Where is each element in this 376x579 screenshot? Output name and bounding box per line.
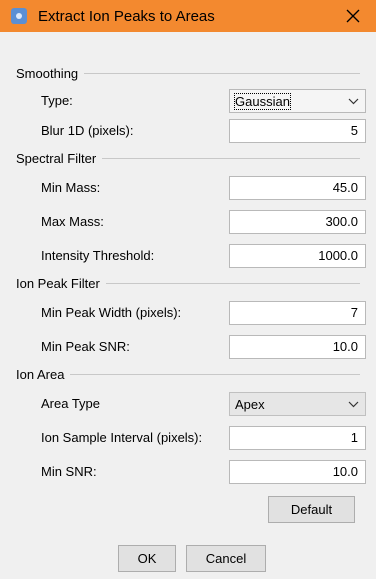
group-ion-peak-filter-label: Ion Peak Filter: [16, 275, 100, 291]
group-smoothing: Smoothing: [16, 65, 360, 81]
close-icon: [346, 9, 360, 23]
default-button[interactable]: Default: [268, 496, 355, 523]
group-ion-area-label: Ion Area: [16, 366, 65, 382]
blur-label: Blur 1D (pixels):: [41, 123, 134, 138]
intensity-threshold-input[interactable]: 1000.0: [229, 244, 366, 268]
area-type-dropdown[interactable]: Apex: [229, 392, 366, 416]
min-snr-input[interactable]: 10.0: [229, 460, 366, 484]
cancel-button[interactable]: Cancel: [186, 545, 266, 572]
min-peak-snr-label: Min Peak SNR:: [41, 339, 130, 354]
type-dropdown[interactable]: Gaussian: [229, 89, 366, 113]
min-peak-width-label: Min Peak Width (pixels):: [41, 305, 182, 320]
blur-input[interactable]: 5: [229, 119, 366, 143]
group-ion-area: Ion Area: [16, 366, 360, 382]
type-dropdown-value: Gaussian: [234, 93, 291, 110]
app-icon: [11, 8, 27, 24]
dialog-body: Smoothing Type: Gaussian Blur 1D (pixels…: [0, 32, 376, 579]
group-smoothing-label: Smoothing: [16, 65, 79, 81]
group-divider: [105, 282, 360, 284]
ion-sample-interval-label: Ion Sample Interval (pixels):: [41, 430, 203, 445]
ok-button[interactable]: OK: [118, 545, 176, 572]
min-snr-label: Min SNR:: [41, 464, 97, 479]
type-label: Type:: [41, 93, 73, 108]
close-button[interactable]: [330, 0, 376, 32]
min-mass-label: Min Mass:: [41, 180, 101, 195]
max-mass-label: Max Mass:: [41, 214, 104, 229]
min-peak-width-input[interactable]: 7: [229, 301, 366, 325]
area-type-label: Area Type: [41, 396, 101, 411]
chevron-down-icon: [348, 401, 359, 408]
min-mass-input[interactable]: 45.0: [229, 176, 366, 200]
ion-sample-interval-input[interactable]: 1: [229, 426, 366, 450]
window-title: Extract Ion Peaks to Areas: [38, 8, 215, 25]
group-spectral-filter-label: Spectral Filter: [16, 150, 97, 166]
group-spectral-filter: Spectral Filter: [16, 150, 360, 166]
group-divider: [84, 72, 360, 74]
intensity-threshold-label: Intensity Threshold:: [41, 248, 155, 263]
group-divider: [102, 157, 360, 159]
title-bar: Extract Ion Peaks to Areas: [0, 0, 376, 32]
group-ion-peak-filter: Ion Peak Filter: [16, 275, 360, 291]
chevron-down-icon: [348, 98, 359, 105]
min-peak-snr-input[interactable]: 10.0: [229, 335, 366, 359]
group-divider: [70, 373, 360, 375]
area-type-dropdown-value: Apex: [235, 397, 265, 412]
max-mass-input[interactable]: 300.0: [229, 210, 366, 234]
